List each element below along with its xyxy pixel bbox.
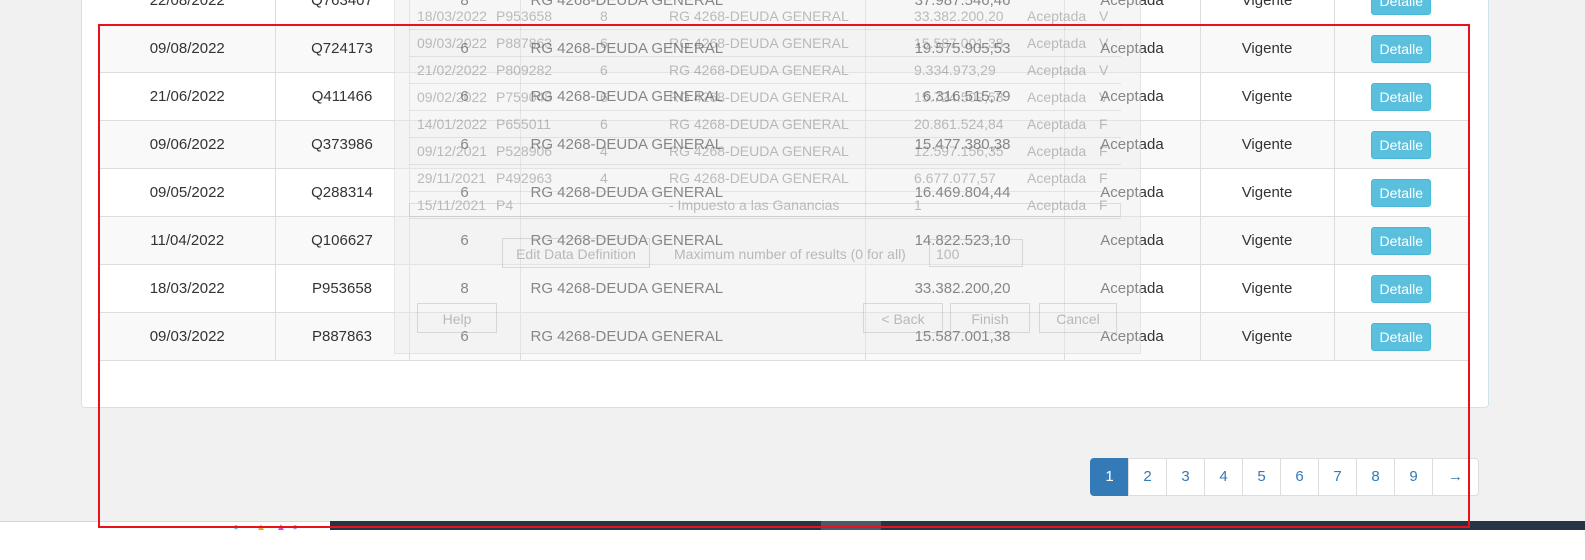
plans-table: 22/08/2022 Q763407 8 RG 4268-DEUDA GENERAL 3… xyxy=(100,0,1468,361)
detalle-button[interactable]: Detalle xyxy=(1371,274,1432,303)
table-row: 09/08/2022 Q724173 6 RG 4268-DEUDA GENERAL 1… xyxy=(100,24,1468,73)
table-row: 09/05/2022 Q288314 6 RG 4268-DEUDA GENERAL 1… xyxy=(100,168,1468,217)
page-link-5[interactable]: 5 xyxy=(1242,458,1281,496)
row-description: RG 4268-DEUDA GENERAL xyxy=(519,24,865,73)
row-situation: Vigente xyxy=(1199,0,1334,25)
row-date: 09/03/2022 xyxy=(100,312,275,361)
row-status: Aceptada xyxy=(1063,120,1200,169)
row-status: Aceptada xyxy=(1063,24,1200,73)
row-situation: Vigente xyxy=(1199,168,1334,217)
row-amount: 14.822.523,10 xyxy=(864,216,1064,265)
row-plan-number: Q763407 xyxy=(274,0,409,25)
detalle-button[interactable]: Detalle xyxy=(1371,130,1432,159)
row-action-cell: Detalle xyxy=(1333,72,1468,121)
row-amount: 15.587.001,38 xyxy=(864,312,1064,361)
row-situation: Vigente xyxy=(1199,24,1334,73)
table-row: 18/03/2022 P953658 8 RG 4268-DEUDA GENERAL 3… xyxy=(100,264,1468,313)
pagination: 1 2 3 4 5 6 7 8 9 → xyxy=(1090,458,1479,496)
detalle-button[interactable]: Detalle xyxy=(1371,226,1432,255)
row-situation: Vigente xyxy=(1199,72,1334,121)
page-link-7[interactable]: 7 xyxy=(1318,458,1357,496)
row-amount: 37.987.546,46 xyxy=(864,0,1064,25)
row-installments: 6 xyxy=(408,216,520,265)
row-date: 09/05/2022 xyxy=(100,168,275,217)
row-amount: 16.469.804,44 xyxy=(864,168,1064,217)
row-amount: 19.575.905,53 xyxy=(864,24,1064,73)
page-link-1[interactable]: 1 xyxy=(1090,458,1129,496)
page-link-6[interactable]: 6 xyxy=(1280,458,1319,496)
row-action-cell: Detalle xyxy=(1333,216,1468,265)
row-plan-number: Q373986 xyxy=(274,120,409,169)
row-status: Aceptada xyxy=(1063,72,1200,121)
row-action-cell: Detalle xyxy=(1333,120,1468,169)
row-description: RG 4268-DEUDA GENERAL xyxy=(519,168,865,217)
row-amount: 33.382.200,20 xyxy=(864,264,1064,313)
row-description: RG 4268-DEUDA GENERAL xyxy=(519,72,865,121)
row-installments: 8 xyxy=(408,0,520,25)
row-situation: Vigente xyxy=(1199,120,1334,169)
row-installments: 6 xyxy=(408,72,520,121)
row-installments: 6 xyxy=(408,120,520,169)
row-date: 18/03/2022 xyxy=(100,264,275,313)
table-row: 21/06/2022 Q411466 6 RG 4268-DEUDA GENERAL 6… xyxy=(100,72,1468,121)
row-date: 21/06/2022 xyxy=(100,72,275,121)
table-row: 09/03/2022 P887863 6 RG 4268-DEUDA GENERAL 1… xyxy=(100,312,1468,361)
row-date: 09/08/2022 xyxy=(100,24,275,73)
row-description: RG 4268-DEUDA GENERAL xyxy=(519,264,865,313)
row-plan-number: P953658 xyxy=(274,264,409,313)
row-status: Aceptada xyxy=(1063,216,1200,265)
taskbar-right xyxy=(330,530,1585,560)
row-installments: 6 xyxy=(408,312,520,361)
row-plan-number: Q411466 xyxy=(274,72,409,121)
row-description: RG 4268-DEUDA GENERAL xyxy=(519,312,865,361)
row-date: 11/04/2022 xyxy=(100,216,275,265)
horizontal-scrollbar-track[interactable] xyxy=(330,521,1585,530)
detalle-button[interactable]: Detalle xyxy=(1371,0,1432,15)
row-situation: Vigente xyxy=(1199,312,1334,361)
row-date: 22/08/2022 xyxy=(100,0,275,25)
row-plan-number: Q106627 xyxy=(274,216,409,265)
table-row: 22/08/2022 Q763407 8 RG 4268-DEUDA GENERAL 3… xyxy=(100,0,1468,25)
row-action-cell: Detalle xyxy=(1333,0,1468,25)
page-link-8[interactable]: 8 xyxy=(1356,458,1395,496)
tray-star-icon: ▲ xyxy=(256,522,266,533)
row-status: Aceptada xyxy=(1063,0,1200,25)
row-description: RG 4268-DEUDA GENERAL xyxy=(519,120,865,169)
row-installments: 6 xyxy=(408,24,520,73)
row-action-cell: Detalle xyxy=(1333,168,1468,217)
row-plan-number: Q288314 xyxy=(274,168,409,217)
row-plan-number: P887863 xyxy=(274,312,409,361)
row-situation: Vigente xyxy=(1199,264,1334,313)
row-installments: 6 xyxy=(408,168,520,217)
page-link-2[interactable]: 2 xyxy=(1128,458,1167,496)
row-description: RG 4268-DEUDA GENERAL xyxy=(519,0,865,25)
tray-cloud-icon: ● xyxy=(292,522,299,533)
table-row: 09/06/2022 Q373986 6 RG 4268-DEUDA GENERAL 1… xyxy=(100,120,1468,169)
row-description: RG 4268-DEUDA GENERAL xyxy=(519,216,865,265)
next-page-arrow-icon[interactable]: → xyxy=(1432,458,1479,496)
tray-bell-icon: ▲ xyxy=(276,522,286,533)
detalle-button[interactable]: Detalle xyxy=(1371,322,1432,351)
row-status: Aceptada xyxy=(1063,168,1200,217)
row-action-cell: Detalle xyxy=(1333,24,1468,73)
row-amount: 6.316.515,79 xyxy=(864,72,1064,121)
page-link-3[interactable]: 3 xyxy=(1166,458,1205,496)
row-installments: 8 xyxy=(408,264,520,313)
detalle-button[interactable]: Detalle xyxy=(1371,178,1432,207)
detalle-button[interactable]: Detalle xyxy=(1371,34,1432,63)
detalle-button[interactable]: Detalle xyxy=(1371,82,1432,111)
table-row: 11/04/2022 Q106627 6 RG 4268-DEUDA GENERAL 1… xyxy=(100,216,1468,265)
horizontal-scrollbar-thumb[interactable] xyxy=(821,521,881,530)
row-situation: Vigente xyxy=(1199,216,1334,265)
row-plan-number: Q724173 xyxy=(274,24,409,73)
row-status: Aceptada xyxy=(1063,312,1200,361)
row-status: Aceptada xyxy=(1063,264,1200,313)
tray-dot-icon: ● xyxy=(233,522,240,533)
row-amount: 15.477.380,38 xyxy=(864,120,1064,169)
row-date: 09/06/2022 xyxy=(100,120,275,169)
page-link-9[interactable]: 9 xyxy=(1394,458,1433,496)
row-action-cell: Detalle xyxy=(1333,312,1468,361)
row-action-cell: Detalle xyxy=(1333,264,1468,313)
page-link-4[interactable]: 4 xyxy=(1204,458,1243,496)
